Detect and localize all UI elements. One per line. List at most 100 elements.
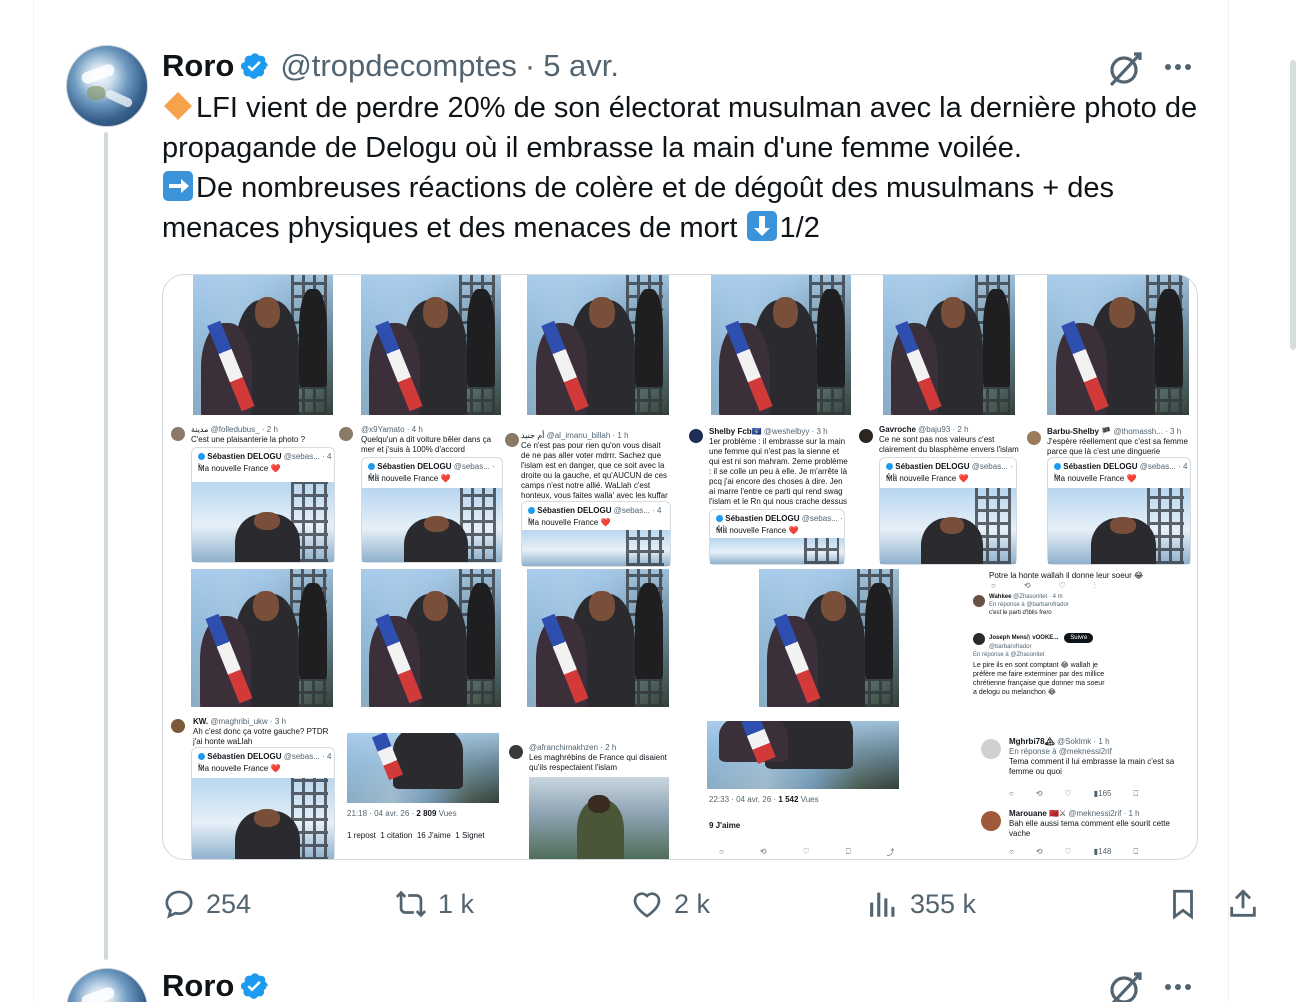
- diamond-orange-icon: [164, 92, 192, 120]
- collage-photo: [711, 275, 851, 415]
- separator-dot: ·: [524, 48, 536, 83]
- quote-card: Sébastien DELOGU @sebas... · 4 h Ma nouv…: [879, 457, 1017, 565]
- quote-author: Sébastien DELOGU: [895, 462, 970, 471]
- quote-card: Sébastien DELOGU @sebas... · 4 h Ma nouv…: [361, 457, 503, 563]
- screenshot-reply: Joseph Mensᚢ vOOKE... Suivre @barbarofrad…: [989, 633, 1179, 651]
- avatar[interactable]: [66, 968, 148, 1002]
- screenshot-reply-body: En réponse à @Zhasonitet: [973, 651, 1103, 659]
- screenshot-post: Potre la honte wallah il donne leur soeu…: [989, 571, 1144, 580]
- screenshot-post: أم جنيد @al_imanu_billah · 1 h Ce n'est …: [521, 431, 671, 511]
- quote-text: Ma nouvelle France ❤️: [886, 474, 969, 483]
- views-icon: [870, 892, 895, 917]
- verified-badge-icon: [716, 515, 723, 523]
- timeline-border-left: [33, 0, 34, 1002]
- timestamp: 22:33 · 04 avr. 26 ·: [709, 795, 777, 804]
- views-label: Vues: [800, 795, 819, 804]
- collage-photo: [527, 569, 669, 707]
- reply-author: Joseph Mensᚢ vOOKE...: [989, 635, 1059, 641]
- screenshot-reply: Marouane 🇲🇦⚔ @meknessi2rif · 1 h Bah ell…: [1009, 809, 1189, 839]
- thread-line: [104, 132, 108, 960]
- post-author: Barbu-Shelby 🏴: [1047, 427, 1112, 436]
- tweet[interactable]: Roro: [66, 960, 1206, 1002]
- reply-text: Tema comment il lui embrasse la main c'e…: [1009, 757, 1175, 776]
- reply-text: Bah elle aussi tema comment elle sourit …: [1009, 819, 1170, 838]
- author-name[interactable]: Roro: [162, 968, 234, 1002]
- view-count: 1 542: [778, 795, 799, 804]
- avatar: [981, 811, 1001, 831]
- like-count: 16 J'aime: [416, 831, 451, 840]
- avatar[interactable]: [66, 45, 148, 127]
- avatar: [859, 429, 873, 443]
- bookmark-icon: [1173, 889, 1193, 920]
- tweet-header: Roro @tropdecomptes · 5 avr.: [162, 46, 619, 86]
- post-text: Ce n'est pas pour rien qu'on vous disait…: [521, 441, 668, 510]
- reply-context: En réponse à @meknessi2rif: [1009, 747, 1112, 756]
- scrollbar[interactable]: [1290, 60, 1296, 350]
- post-timestamp: 22:33 · 04 avr. 26 · 1 542 Vues: [709, 795, 899, 805]
- post-text: C'est une plaisanterie la photo ?: [191, 435, 306, 444]
- post-handle: @thomassh... · 3 h: [1113, 427, 1182, 436]
- verified-badge-icon: [528, 507, 535, 515]
- reply-handle: @Zhasonitet · 4 m: [1013, 594, 1063, 600]
- author-handle[interactable]: @tropdecomptes: [280, 48, 517, 84]
- action-icons: ○ ⟲ ♡ ⫶: [991, 581, 1096, 590]
- grok-icon[interactable]: [1106, 968, 1146, 1002]
- quote-text: Ma nouvelle France ❤️: [198, 764, 281, 773]
- verified-badge-icon: [241, 973, 269, 999]
- more-options-icon[interactable]: [1160, 974, 1196, 1000]
- collage-photo: [1048, 488, 1190, 564]
- reply-button[interactable]: 254: [162, 880, 251, 928]
- post-handle: @folledubus_ · 2 h: [210, 425, 278, 434]
- reply-text: Le pire ils en sont comptant 😂 wallah je…: [973, 662, 1105, 696]
- quote-author: Sébastien DELOGU: [207, 452, 282, 461]
- reply-handle: @barbarofrador: [989, 644, 1032, 650]
- tweet-text: LFI vient de perdre 20% de son électorat…: [162, 88, 1212, 248]
- avatar: [689, 429, 703, 443]
- post-text: J'espère réellement que c'est sa femme p…: [1047, 437, 1188, 456]
- collage-photo: [347, 733, 499, 803]
- screenshot-reply-body: Le pire ils en sont comptant 😂 wallah je…: [973, 661, 1107, 697]
- views-button[interactable]: 355 k: [866, 880, 976, 928]
- collage-photo: [527, 275, 669, 415]
- post-author: Gavroche: [879, 425, 916, 434]
- screenshot-reply: Mghrbi78🏔 @Soklmk · 1 h En réponse à @me…: [1009, 737, 1189, 777]
- screenshot-post: @afranchimakhzen · 2 h Les maghrébins de…: [529, 743, 679, 773]
- post-text: Ce ne sont pas nos valeurs c'est clairem…: [879, 435, 1019, 454]
- view-count: 355 k: [910, 888, 977, 919]
- post-engagement: 9 J'aime: [709, 821, 829, 831]
- post-author: Shelby Fcb🇽🇰: [709, 427, 762, 436]
- like-button[interactable]: 2 k: [630, 880, 710, 928]
- post-engagement: 1 repost 1 citation 16 J'aime 1 Signet: [347, 831, 517, 841]
- post-text: 1er problème : il embrasse sur la main u…: [709, 437, 848, 506]
- collage-photo: [361, 275, 501, 415]
- quote-card: Sébastien DELOGU @sebas... · 4 h Ma nouv…: [1047, 457, 1191, 565]
- more-options-icon[interactable]: [1160, 54, 1196, 80]
- quote-card: Sébastien DELOGU @sebas... · 4 h Ma nouv…: [191, 747, 335, 859]
- repost-button[interactable]: 1 k: [394, 880, 474, 928]
- reply-text: c'est le parti d'Iblis frero: [989, 610, 1052, 616]
- author-name[interactable]: Roro: [162, 48, 234, 84]
- tweet-text-paragraph-2: De nombreuses réactions de colère et de …: [162, 172, 1115, 244]
- quote-card: Sébastien DELOGU @sebas... · 4 h Ma nouv…: [709, 509, 845, 565]
- post-handle: @weshelbyy · 3 h: [763, 427, 828, 436]
- action-icons: ○ ⟲ ♡ ▮148 ⎕: [1009, 847, 1139, 856]
- action-icons: ○ ⟲ ♡ ⎕ ⤴: [719, 847, 895, 857]
- screenshot-post: @x9Yamato · 4 h Quelqu'un a dit voiture …: [361, 425, 503, 455]
- repost-count: 1 repost: [347, 831, 376, 840]
- reply-author: Marouane 🇲🇦⚔: [1009, 809, 1067, 818]
- grok-icon[interactable]: [1106, 48, 1146, 88]
- tweet-date[interactable]: 5 avr.: [543, 48, 619, 84]
- post-handle: @baju93 · 2 h: [918, 425, 969, 434]
- collage-photo: [361, 569, 501, 707]
- share-button[interactable]: [1226, 880, 1270, 928]
- repost-count: 1 k: [438, 888, 475, 919]
- collage-photo: [759, 569, 899, 707]
- collage-photo: [522, 530, 670, 566]
- collage-photo: [1047, 275, 1189, 415]
- quote-card: Sébastien DELOGU @sebas... · 4 h Ma nouv…: [521, 501, 671, 567]
- collage-photo: [192, 482, 334, 562]
- bookmark-button[interactable]: [1166, 880, 1210, 928]
- post-text: Ah c'est donc ça votre gauche? PTDR j'ai…: [193, 727, 329, 746]
- tweet-media[interactable]: مدينة @folledubus_ · 2 h C'est une plais…: [162, 274, 1198, 860]
- view-count: 148: [1098, 847, 1112, 856]
